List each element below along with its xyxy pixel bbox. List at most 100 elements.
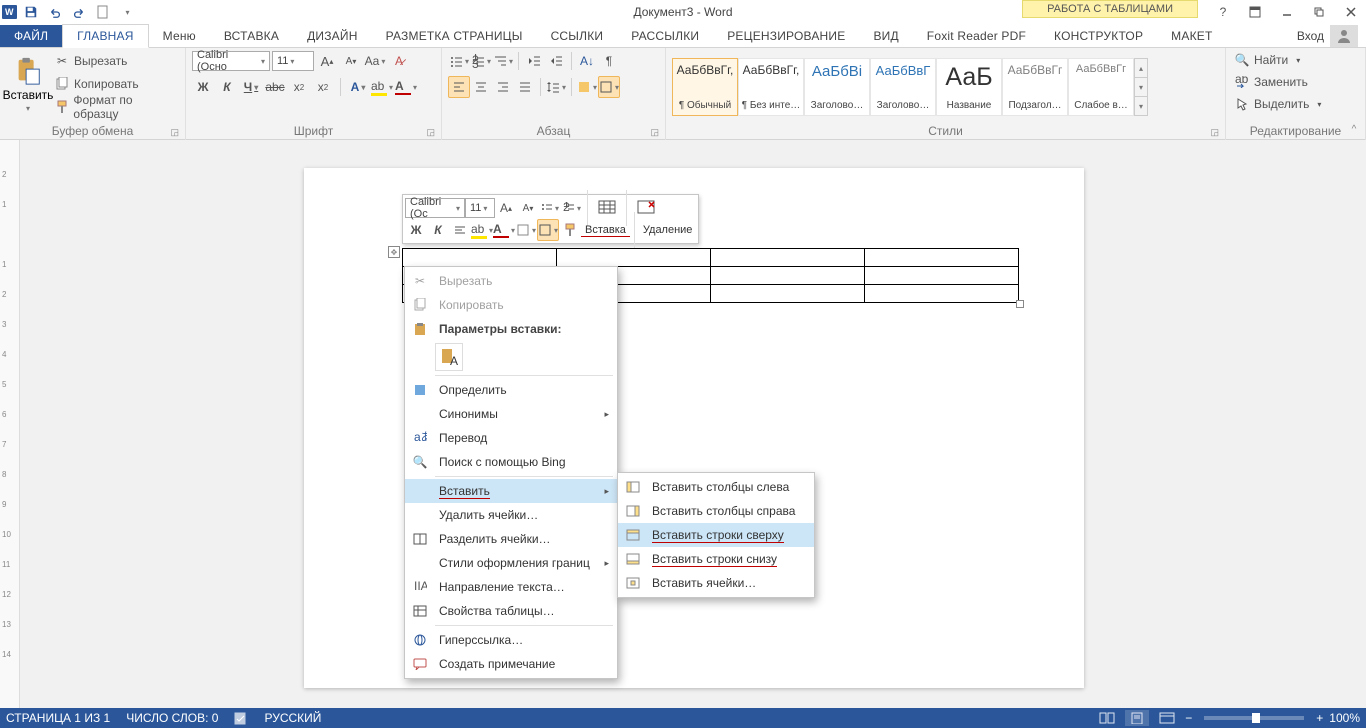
align-right-icon[interactable] [492,76,514,98]
sub-cells[interactable]: Вставить ячейки… [618,571,814,595]
style-item[interactable]: АаБНазвание [936,58,1002,116]
style-item[interactable]: АаБбВвГгСлабое в… [1068,58,1134,116]
ribbon-display-icon[interactable] [1240,1,1270,23]
status-words[interactable]: ЧИСЛО СЛОВ: 0 [126,711,218,725]
mini-highlight-icon[interactable]: ab [471,219,493,241]
tab-insert[interactable]: ВСТАВКА [210,25,293,47]
status-lang[interactable]: РУССКИЙ [264,711,321,725]
ctx-translate[interactable]: aあПеревод [405,426,617,450]
ctx-hyperlink[interactable]: Гиперссылка… [405,628,617,652]
table-move-handle[interactable]: ✥ [388,246,400,258]
mini-bold-button[interactable]: Ж [405,219,427,241]
align-center-icon[interactable] [470,76,492,98]
ctx-synonyms[interactable]: Синонимы▸ [405,402,617,426]
dec-indent-icon[interactable] [523,50,545,72]
sub-rows-above[interactable]: Вставить строки сверху [618,523,814,547]
styles-launcher-icon[interactable]: ◲ [1210,127,1219,138]
ctx-new-comment[interactable]: Создать примечание [405,652,617,676]
superscript-icon[interactable]: x2 [312,76,334,98]
style-item[interactable]: АаБбВвГгПодзагол… [1002,58,1068,116]
style-item[interactable]: АаБбВіЗаголово… [804,58,870,116]
gallery-scroll[interactable]: ▴▾▾ [1134,58,1148,116]
mini-italic-button[interactable]: К [427,219,449,241]
close-icon[interactable] [1336,1,1366,23]
mini-delete-label[interactable]: Удаление [639,224,697,236]
ctx-bing[interactable]: 🔍Поиск с помощью Bing [405,450,617,474]
help-icon[interactable]: ? [1208,1,1238,23]
ctx-split-cells[interactable]: Разделить ячейки… [405,527,617,551]
zoom-level[interactable]: 100% [1329,711,1360,725]
style-item[interactable]: АаБбВвГг,¶ Обычный [672,58,738,116]
clipboard-launcher-icon[interactable]: ◲ [170,127,179,138]
ctx-copy[interactable]: Копировать [405,293,617,317]
mini-delete-table-icon[interactable] [631,197,661,219]
mini-numbering-icon[interactable]: 12 [561,197,583,219]
mini-font-combo[interactable]: Calibri (Ос [405,198,465,218]
select-button[interactable]: Выделить▾ [1232,94,1323,114]
paste-keep-text-icon[interactable]: A [435,343,463,371]
replace-button[interactable]: abЗаменить [1232,72,1323,92]
clear-format-icon[interactable]: A̷ [388,50,410,72]
view-read-icon[interactable] [1095,710,1119,726]
mini-shading-icon[interactable] [515,219,537,241]
show-marks-icon[interactable]: ¶ [598,50,620,72]
style-item[interactable]: АаБбВвГг,¶ Без инте… [738,58,804,116]
tab-file[interactable]: ФАЙЛ [0,25,62,47]
tab-review[interactable]: РЕЦЕНЗИРОВАНИЕ [713,25,859,47]
status-proofing-icon[interactable] [234,711,248,725]
minimize-icon[interactable] [1272,1,1302,23]
document-area[interactable]: Calibri (Ос 11 A▴ A▾ 12 Ж К [20,140,1366,708]
tab-view[interactable]: ВИД [859,25,912,47]
shrink-font-icon[interactable]: A▾ [340,50,362,72]
paragraph-launcher-icon[interactable]: ◲ [650,127,659,138]
signin-link[interactable]: Вход [1297,25,1366,47]
mini-align-icon[interactable] [449,219,471,241]
ctx-delete-cells[interactable]: Удалить ячейки… [405,503,617,527]
sub-cols-left[interactable]: Вставить столбцы слева [618,475,814,499]
style-item[interactable]: АаБбВвГЗаголово… [870,58,936,116]
mini-insert-table-icon[interactable] [592,197,622,219]
table-resize-handle[interactable] [1016,300,1024,308]
numbering-icon[interactable]: 123 [470,50,492,72]
sub-cols-right[interactable]: Вставить столбцы справа [618,499,814,523]
find-button[interactable]: 🔍Найти▾ [1232,50,1323,70]
font-launcher-icon[interactable]: ◲ [426,127,435,138]
tab-foxit[interactable]: Foxit Reader PDF [913,25,1040,47]
shading-icon[interactable] [576,76,598,98]
zoom-slider[interactable] [1204,716,1304,720]
tab-home[interactable]: ГЛАВНАЯ [62,24,148,48]
sort-icon[interactable]: A↓ [576,50,598,72]
change-case-icon[interactable]: Aa [364,50,386,72]
save-icon[interactable] [19,1,43,23]
underline-button[interactable]: Ч [240,76,262,98]
new-doc-icon[interactable] [91,1,115,23]
vertical-ruler[interactable]: 21 12 34 56 78 910 1112 1314 [0,140,20,708]
paste-button[interactable]: Вставить ▾ [6,50,50,118]
tab-references[interactable]: ССЫЛКИ [537,25,618,47]
ctx-table-props[interactable]: Свойства таблицы… [405,599,617,623]
mini-format-painter-icon[interactable] [559,219,581,241]
inc-indent-icon[interactable] [545,50,567,72]
undo-icon[interactable] [43,1,67,23]
tab-layout[interactable]: РАЗМЕТКА СТРАНИЦЫ [372,25,537,47]
line-spacing-icon[interactable] [545,76,567,98]
view-web-icon[interactable] [1155,710,1179,726]
subscript-icon[interactable]: x2 [288,76,310,98]
multilevel-icon[interactable] [492,50,514,72]
mini-size-combo[interactable]: 11 [465,198,495,218]
borders-icon[interactable] [598,76,620,98]
qat-customize-icon[interactable] [115,1,139,23]
collapse-ribbon-icon[interactable]: ^ [1345,120,1363,138]
mini-borders-icon[interactable] [537,219,559,241]
zoom-out-icon[interactable]: − [1185,711,1192,725]
tab-mailings[interactable]: РАССЫЛКИ [617,25,713,47]
strike-button[interactable]: abc [264,76,286,98]
bold-button[interactable]: Ж [192,76,214,98]
redo-icon[interactable] [67,1,91,23]
mini-bullets-icon[interactable] [539,197,561,219]
copy-button[interactable]: Копировать [52,73,179,94]
maximize-icon[interactable] [1304,1,1334,23]
ctx-insert[interactable]: Вставить▸ [405,479,617,503]
ctx-cut[interactable]: ✂Вырезать [405,269,617,293]
sub-rows-below[interactable]: Вставить строки снизу [618,547,814,571]
